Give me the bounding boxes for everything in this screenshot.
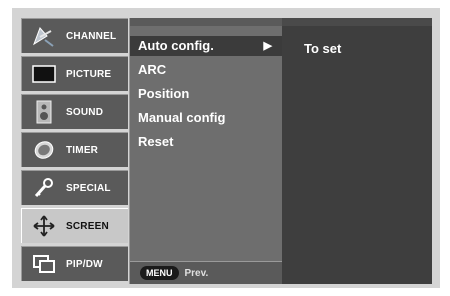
menu-item-timer[interactable]: TIMER	[21, 132, 128, 167]
menu-item-label: PIP/DW	[66, 258, 103, 270]
menu-item-special[interactable]: SPECIAL	[21, 170, 128, 205]
screen-submenu: Auto config. ▶ ARC Position Manual confi…	[129, 18, 282, 284]
submenu-item-auto-config[interactable]: Auto config. ▶	[130, 36, 282, 56]
menu-item-channel[interactable]: CHANNEL	[21, 18, 128, 53]
submenu-item-position[interactable]: Position	[130, 84, 282, 104]
speaker-icon	[28, 98, 60, 126]
menu-item-screen[interactable]: SCREEN	[21, 208, 128, 243]
pip-windows-icon	[28, 250, 60, 278]
submenu-item-manual-config[interactable]: Manual config	[130, 108, 282, 128]
submenu-item-label: ARC	[138, 62, 167, 77]
menu-item-label: PICTURE	[66, 68, 112, 80]
value-panel-top-bar	[282, 18, 432, 26]
submenu-top-bar	[130, 18, 282, 26]
tv-screen-icon	[28, 60, 60, 88]
satellite-dish-icon	[28, 22, 60, 50]
clock-icon	[28, 136, 60, 164]
prev-hint: Prev.	[184, 267, 209, 279]
main-menu: CHANNEL PICTURE SOUND TIMER SPECIAL SCRE…	[21, 18, 128, 281]
menu-item-pip-dw[interactable]: PIP/DW	[21, 246, 128, 281]
submenu-item-label: Reset	[138, 134, 174, 149]
menu-button[interactable]: MENU	[140, 266, 179, 280]
submenu-footer: MENU Prev.	[130, 261, 282, 284]
menu-item-label: CHANNEL	[66, 30, 117, 42]
value-panel: To set	[282, 18, 432, 284]
submenu-item-label: Manual config	[138, 110, 226, 125]
menu-item-label: SOUND	[66, 106, 104, 118]
osd-menu-window: CHANNEL PICTURE SOUND TIMER SPECIAL SCRE…	[12, 8, 440, 288]
auto-config-value[interactable]: To set	[304, 41, 341, 56]
menu-item-sound[interactable]: SOUND	[21, 94, 128, 129]
menu-item-label: SPECIAL	[66, 182, 111, 194]
right-arrow-icon: ▶	[263, 40, 272, 52]
menu-item-picture[interactable]: PICTURE	[21, 56, 128, 91]
move-arrows-icon	[28, 212, 60, 240]
key-icon	[28, 174, 60, 202]
submenu-item-label: Position	[138, 86, 190, 101]
submenu-item-label: Auto config.	[138, 38, 214, 53]
submenu-item-arc[interactable]: ARC	[130, 60, 282, 80]
submenu-item-reset[interactable]: Reset	[130, 132, 282, 152]
menu-item-label: SCREEN	[66, 220, 109, 232]
menu-item-label: TIMER	[66, 144, 99, 156]
